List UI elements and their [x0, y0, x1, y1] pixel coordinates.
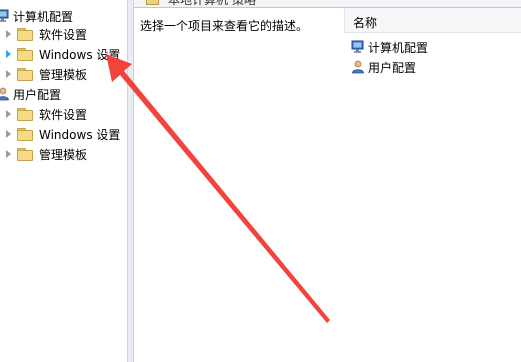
tree-node-label: 软件设置: [39, 27, 88, 42]
user-icon: [352, 60, 364, 74]
tree-node-computer-config[interactable]: 计算机配置: [0, 6, 73, 26]
folder-icon: [17, 47, 33, 61]
tree-node-windows-settings[interactable]: Windows 设置: [6, 44, 120, 64]
expand-arrow-icon[interactable]: [6, 70, 11, 78]
tree-pane: 计算机配置 软件设置 Windows 设置 管理模板 用户配置 软件设置 Win…: [0, 0, 127, 362]
details-header-title: 本地计算机 策略: [168, 0, 256, 7]
tree-node-label: 软件设置: [39, 107, 88, 122]
expand-arrow-icon[interactable]: [6, 130, 11, 138]
folder-icon: [17, 67, 33, 81]
name-column-header[interactable]: 名称: [344, 8, 521, 33]
tree-node-label: Windows 设置: [39, 127, 121, 142]
expand-arrow-icon[interactable]: [6, 50, 11, 58]
tree-node-label: 管理模板: [39, 67, 88, 82]
tree-node-user-config[interactable]: 用户配置: [0, 84, 61, 104]
policy-icon: [146, 0, 159, 5]
list-item-label: 计算机配置: [368, 40, 429, 55]
computer-icon: [351, 40, 364, 53]
list-item-label: 用户配置: [368, 60, 417, 75]
pane-splitter[interactable]: [127, 0, 134, 362]
tree-node-user-software-settings[interactable]: 软件设置: [6, 104, 87, 124]
folder-icon: [17, 127, 33, 141]
folder-icon: [17, 27, 33, 41]
expand-arrow-icon[interactable]: [6, 150, 11, 158]
user-icon: [0, 87, 9, 101]
details-pane: 本地计算机 策略 选择一个项目来查看它的描述。 名称 计算机配置 用户配置: [134, 0, 521, 362]
folder-icon: [17, 107, 33, 121]
column-header-label: 名称: [353, 16, 378, 30]
list-item-user-config[interactable]: 用户配置: [351, 57, 416, 77]
folder-icon: [17, 147, 33, 161]
tree-node-user-admin-templates[interactable]: 管理模板: [6, 144, 87, 164]
tree-node-label: 计算机配置: [13, 9, 74, 24]
expand-arrow-icon[interactable]: [6, 110, 11, 118]
computer-icon: [0, 9, 9, 22]
tree-node-user-windows-settings[interactable]: Windows 设置: [6, 124, 120, 144]
details-header: 本地计算机 策略: [134, 0, 521, 8]
tree-node-label: 管理模板: [39, 147, 88, 162]
expand-arrow-icon[interactable]: [6, 30, 11, 38]
tree-node-software-settings[interactable]: 软件设置: [6, 24, 87, 44]
list-item-computer-config[interactable]: 计算机配置: [351, 37, 428, 57]
description-text: 选择一个项目来查看它的描述。: [140, 19, 309, 33]
tree-node-admin-templates[interactable]: 管理模板: [6, 64, 87, 84]
tree-node-label: 用户配置: [13, 87, 62, 102]
tree-node-label: Windows 设置: [39, 47, 121, 62]
description-area: 选择一个项目来查看它的描述。: [134, 8, 344, 362]
